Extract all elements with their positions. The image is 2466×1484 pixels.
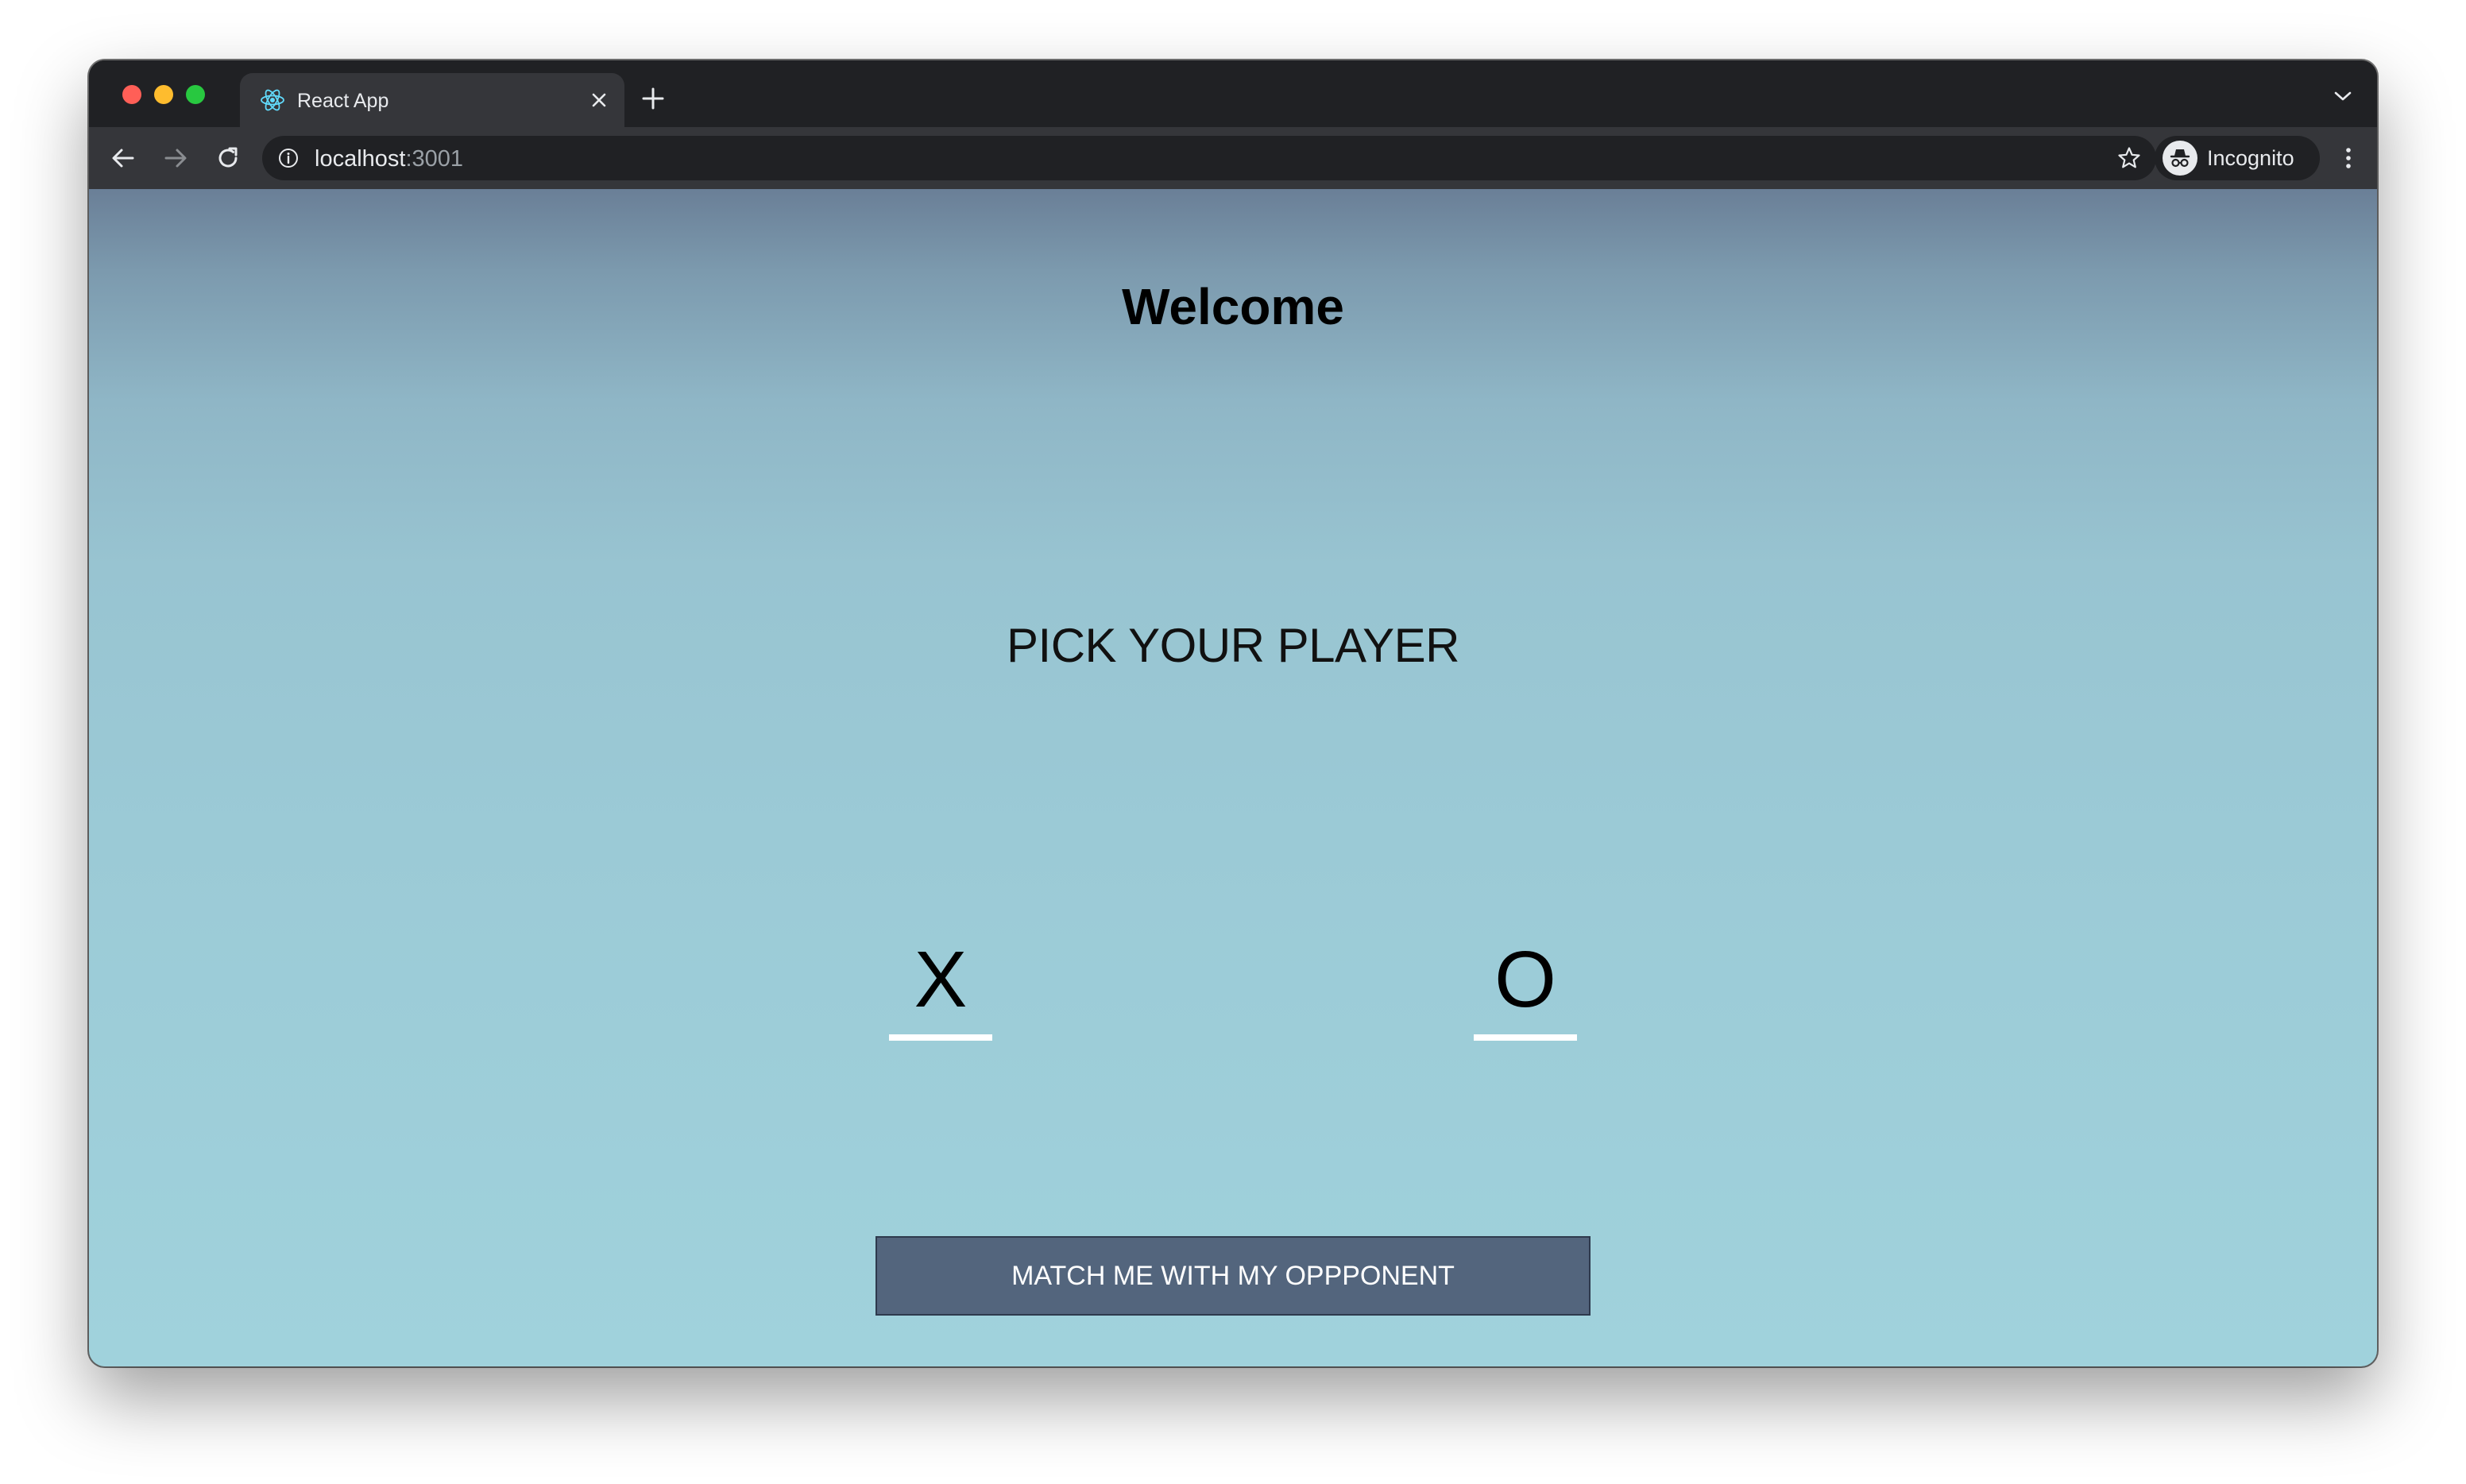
star-icon[interactable] [2116, 145, 2142, 171]
close-window-button[interactable] [122, 85, 141, 104]
incognito-label: Incognito [2207, 146, 2294, 170]
minimize-window-button[interactable] [154, 85, 173, 104]
plus-icon[interactable] [640, 86, 666, 111]
tab-title: React App [297, 90, 389, 112]
kebab-menu-icon[interactable] [2340, 143, 2356, 173]
url-text[interactable]: localhost:3001 [315, 146, 463, 172]
browser-window: React App localhost:3001 Incognito Welco… [89, 60, 2377, 1366]
info-icon[interactable] [278, 148, 299, 168]
maximize-window-button[interactable] [186, 85, 205, 104]
chevron-down-icon[interactable] [2333, 89, 2353, 103]
player-o-underline [1474, 1034, 1577, 1041]
react-logo-icon [261, 89, 284, 111]
page-viewport: Welcome PICK YOUR PLAYER X O MATCH ME WI… [89, 189, 2377, 1366]
player-x-label: X [914, 935, 968, 1024]
page-title: Welcome [1122, 278, 1344, 335]
reload-icon[interactable] [213, 143, 243, 173]
arrow-right-icon[interactable] [160, 143, 191, 173]
arrow-left-icon[interactable] [108, 143, 138, 173]
tab-react-app[interactable]: React App [240, 73, 624, 127]
address-bar[interactable]: localhost:3001 [262, 136, 2156, 180]
url-port: :3001 [405, 146, 464, 172]
player-x-option[interactable]: X [889, 936, 992, 1047]
incognito-icon [2163, 141, 2197, 176]
incognito-profile-button[interactable]: Incognito [2155, 136, 2320, 180]
close-icon[interactable] [589, 91, 609, 110]
tab-strip: React App [89, 60, 2377, 127]
player-x-underline [889, 1034, 992, 1041]
match-opponent-button[interactable]: MATCH ME WITH MY OPPPONENT [875, 1236, 1591, 1316]
player-o-label: O [1494, 935, 1556, 1024]
browser-toolbar: localhost:3001 Incognito [89, 127, 2377, 189]
url-host: localhost [315, 146, 406, 172]
pick-player-heading: PICK YOUR PLAYER [1007, 619, 1459, 672]
player-o-option[interactable]: O [1474, 936, 1577, 1047]
